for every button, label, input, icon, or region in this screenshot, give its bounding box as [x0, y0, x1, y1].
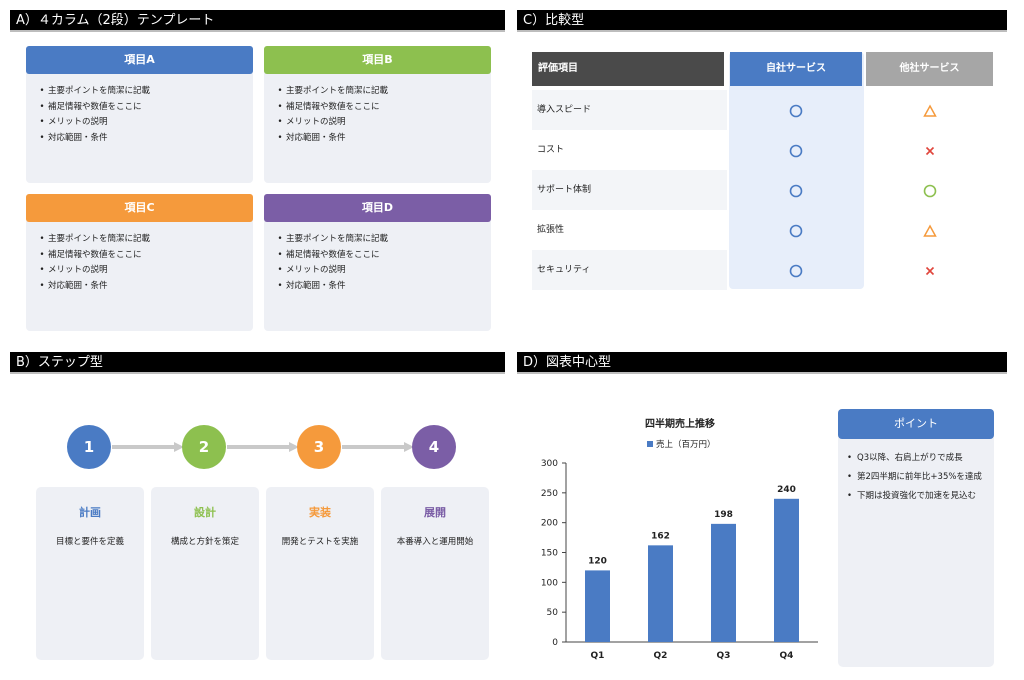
column-card-d: 項目D 主要ポイントを簡潔に記載 補足情報や数値をここに メリットの説明 対応範…	[264, 194, 491, 331]
bullet-item: メリットの説明	[274, 115, 388, 131]
legend-label: 売上（百万円）	[656, 439, 716, 450]
step-description: 目標と要件を定義	[55, 537, 124, 547]
point-card-title: ポイント	[838, 409, 994, 439]
y-tick-label: 50	[547, 608, 559, 618]
bullet-item: 主要ポイントを簡潔に記載	[274, 84, 388, 100]
legend-swatch	[647, 441, 653, 447]
comparison-row-label: サポート体制	[537, 185, 592, 195]
own-service-column-bg	[729, 52, 864, 289]
column-card-c: 項目C 主要ポイントを簡潔に記載 補足情報や数値をここに メリットの説明 対応範…	[26, 194, 253, 331]
column-card-a: 項目A 主要ポイントを簡潔に記載 補足情報や数値をここに メリットの説明 対応範…	[26, 46, 253, 183]
cross-mark-icon	[925, 266, 935, 276]
point-item: 下期は投資強化で加速を見込む	[847, 489, 989, 503]
bullet-item: メリットの説明	[36, 115, 150, 131]
bar	[648, 545, 673, 642]
column-bullet-list: 主要ポイントを簡潔に記載 補足情報や数値をここに メリットの説明 対応範囲・条件	[36, 84, 150, 146]
step-title: 計画	[79, 506, 101, 519]
step-card: 設計 構成と方針を策定	[151, 487, 259, 660]
column-card-title: 項目A	[26, 46, 253, 74]
bullet-item: 主要ポイントを簡潔に記載	[36, 84, 150, 100]
column-card-b: 項目B 主要ポイントを簡潔に記載 補足情報や数値をここに メリットの説明 対応範…	[264, 46, 491, 183]
circle-mark-icon	[923, 184, 937, 198]
bar-value-label: 162	[651, 531, 670, 541]
cross-mark-icon	[925, 146, 935, 156]
bar-value-label: 120	[588, 556, 607, 566]
circle-mark-icon	[789, 104, 803, 118]
comparison-row-label: セキュリティ	[537, 265, 591, 275]
step-description: 本番導入と運用開始	[396, 537, 474, 547]
point-list: Q3以降、右肩上がりで成長 第2四半期に前年比+35%を達成 下期は投資強化で加…	[847, 451, 989, 508]
comparison-row-label: 拡張性	[537, 225, 565, 235]
comparison-header-own: 自社サービス	[730, 52, 862, 86]
sales-bar-chart: 四半期売上推移 売上（百万円） 0 50 100 150 200 250 300 120 Q1…	[541, 417, 818, 661]
y-tick-label: 0	[552, 638, 558, 648]
circle-mark-icon	[789, 224, 803, 238]
x-tick-label: Q4	[780, 651, 794, 661]
bar-value-label: 240	[777, 485, 796, 495]
step-title: 実装	[309, 506, 331, 519]
triangle-mark-icon	[923, 104, 937, 117]
step-number-circle: 3	[297, 425, 341, 469]
step-number-circle: 1	[67, 425, 111, 469]
comparison-row-label: 導入スピード	[537, 105, 592, 115]
step-number-circle: 2	[182, 425, 226, 469]
column-bullet-list: 主要ポイントを簡潔に記載 補足情報や数値をここに メリットの説明 対応範囲・条件	[274, 232, 388, 294]
point-card: ポイント Q3以降、右肩上がりで成長 第2四半期に前年比+35%を達成 下期は投…	[838, 409, 994, 667]
x-tick-label: Q1	[591, 651, 605, 661]
bullet-item: メリットの説明	[36, 263, 150, 279]
chart-title: 四半期売上推移	[645, 417, 715, 430]
step-card: 計画 目標と要件を定義	[36, 487, 144, 660]
bullet-item: 主要ポイントを簡潔に記載	[274, 232, 388, 248]
y-tick-label: 150	[541, 549, 558, 559]
step-description: 構成と方針を策定	[170, 537, 239, 547]
section-d-header: D）図表中心型	[517, 352, 1007, 374]
section-b-header: B）ステップ型	[10, 352, 505, 374]
column-bullet-list: 主要ポイントを簡潔に記載 補足情報や数値をここに メリットの説明 対応範囲・条件	[274, 84, 388, 146]
section-a-header: A）４カラム（2段）テンプレート	[10, 10, 505, 32]
step-number-circle: 4	[412, 425, 456, 469]
column-card-title: 項目B	[264, 46, 491, 74]
bar	[774, 498, 799, 642]
y-tick-label: 300	[541, 459, 558, 469]
bullet-item: 対応範囲・条件	[36, 279, 150, 295]
x-tick-label: Q3	[717, 651, 731, 661]
column-card-title: 項目C	[26, 194, 253, 222]
column-bullet-list: 主要ポイントを簡潔に記載 補足情報や数値をここに メリットの説明 対応範囲・条件	[36, 232, 150, 294]
point-item: Q3以降、右肩上がりで成長	[847, 451, 989, 465]
y-tick-label: 250	[541, 489, 558, 499]
bullet-item: 補足情報や数値をここに	[274, 100, 388, 116]
section-c-header: C）比較型	[517, 10, 1007, 32]
y-tick-label: 200	[541, 519, 558, 529]
triangle-mark-icon	[923, 224, 937, 237]
x-tick-label: Q2	[654, 651, 668, 661]
bullet-item: 対応範囲・条件	[274, 131, 388, 147]
step-card: 展開 本番導入と運用開始	[381, 487, 489, 660]
bullet-item: 補足情報や数値をここに	[36, 248, 150, 264]
bullet-item: 主要ポイントを簡潔に記載	[36, 232, 150, 248]
bar-value-label: 198	[714, 510, 733, 520]
step-card: 実装 開発とテストを実施	[266, 487, 374, 660]
y-tick-label: 100	[541, 578, 558, 588]
bullet-item: 対応範囲・条件	[36, 131, 150, 147]
bar	[585, 570, 610, 642]
arrow-right-icon	[227, 442, 299, 452]
step-description: 開発とテストを実施	[281, 537, 359, 547]
arrow-right-icon	[342, 442, 414, 452]
bullet-item: 補足情報や数値をここに	[36, 100, 150, 116]
bullet-item: 補足情報や数値をここに	[274, 248, 388, 264]
circle-mark-icon	[789, 144, 803, 158]
column-card-title: 項目D	[264, 194, 491, 222]
bullet-item: メリットの説明	[274, 263, 388, 279]
point-item: 第2四半期に前年比+35%を達成	[847, 470, 989, 484]
bullet-item: 対応範囲・条件	[274, 279, 388, 295]
comparison-row-label: コスト	[537, 145, 565, 155]
circle-mark-icon	[789, 184, 803, 198]
comparison-header-criteria: 評価項目	[532, 52, 724, 86]
step-title: 展開	[424, 506, 446, 519]
bar	[711, 523, 736, 642]
step-title: 設計	[194, 506, 216, 519]
arrow-right-icon	[112, 442, 184, 452]
circle-mark-icon	[789, 264, 803, 278]
comparison-header-other: 他社サービス	[866, 52, 993, 86]
